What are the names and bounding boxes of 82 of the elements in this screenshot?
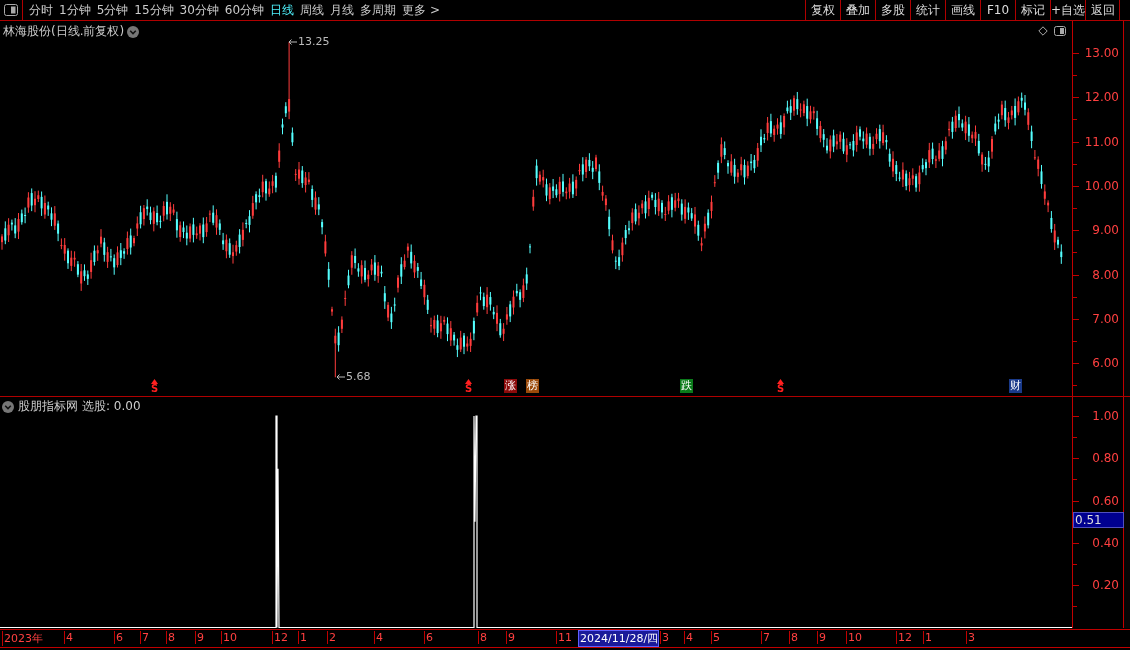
event-tag[interactable]: 财	[1009, 379, 1022, 393]
date-label: 6	[424, 631, 433, 644]
period-tab[interactable]: 日线	[267, 1, 298, 19]
toolbar-button[interactable]: 返回	[1085, 0, 1120, 20]
date-label: 10	[221, 631, 237, 644]
period-tab[interactable]: 周线	[297, 1, 328, 19]
chevron-down-icon[interactable]	[2, 400, 14, 413]
arrow-left-icon	[336, 374, 345, 381]
date-label: 6	[114, 631, 123, 644]
signal-marker: S	[465, 384, 473, 394]
current-value-label: 0.51	[1073, 511, 1124, 528]
price-tick-label: 8.00	[1092, 267, 1119, 282]
arrow-up-icon	[151, 379, 159, 384]
toolbar-button[interactable]: 画线	[945, 0, 980, 20]
diamond-icon[interactable]	[1038, 26, 1048, 36]
price-tick-label: 9.00	[1092, 223, 1119, 238]
indicator-tick-label: 0.20	[1092, 578, 1119, 593]
date-label: 1	[298, 631, 307, 644]
date-label: 5	[711, 631, 720, 644]
arrow-up-icon	[465, 379, 473, 384]
date-label: 8	[478, 631, 487, 644]
date-label: 7	[140, 631, 149, 644]
date-label: 11	[556, 631, 572, 644]
signal-marker: S	[151, 384, 159, 394]
date-label: 4	[684, 631, 693, 644]
signal-marker: S	[777, 384, 785, 394]
chevron-down-icon[interactable]	[127, 25, 140, 38]
event-tag[interactable]: 涨	[504, 379, 517, 393]
period-tab[interactable]: 5分钟	[93, 1, 132, 19]
indicator-tick-label: 0.40	[1092, 535, 1119, 550]
date-label: 9	[195, 631, 204, 644]
toolbar-button[interactable]: 复权	[805, 0, 840, 20]
date-label: 1	[923, 631, 932, 644]
event-tag[interactable]: 跌	[680, 379, 693, 393]
low-price-label: 5.68	[346, 370, 371, 384]
indicator-tick-label: 0.60	[1092, 493, 1119, 508]
price-tick-label: 13.00	[1084, 46, 1119, 60]
date-label: 10	[846, 631, 862, 644]
toolbar-button[interactable]: F10	[980, 0, 1015, 20]
date-label: 2024/11/28/四	[578, 630, 660, 647]
period-tab[interactable]: 更多 >	[399, 1, 443, 19]
toolbar-button[interactable]: 多股	[875, 0, 910, 20]
period-tab[interactable]: 1分钟	[56, 1, 94, 19]
period-tab[interactable]: 30分钟	[176, 1, 222, 19]
date-label: 3	[966, 631, 975, 644]
event-tag[interactable]: 榜	[526, 379, 539, 393]
indicator-reading: 选股: 0.00	[82, 398, 141, 415]
toolbar-button[interactable]: 标记	[1015, 0, 1050, 20]
price-tick-label: 10.00	[1084, 178, 1119, 193]
date-label: 3	[660, 631, 669, 644]
panel-toggle-icon[interactable]	[4, 4, 18, 16]
period-tab[interactable]: 多周期	[357, 1, 400, 19]
indicator-name: 股朋指标网	[18, 398, 78, 415]
period-tab[interactable]: 分时	[26, 1, 56, 19]
period-tab[interactable]: 60分钟	[221, 1, 268, 19]
date-label: 7	[761, 631, 770, 644]
arrow-left-icon	[288, 38, 297, 45]
date-label: 2023年	[2, 631, 43, 646]
date-label: 4	[64, 631, 73, 644]
price-tick-label: 6.00	[1092, 356, 1119, 371]
price-tick-label: 7.00	[1092, 311, 1119, 326]
date-label: 12	[896, 631, 912, 644]
toolbar-button[interactable]: +自选	[1050, 0, 1085, 20]
high-price-label: 13.25	[298, 34, 330, 48]
toolbar-button[interactable]: 统计	[910, 0, 945, 20]
date-label: 8	[789, 631, 798, 644]
date-label: 9	[817, 631, 826, 644]
date-label: 4	[374, 631, 383, 644]
panel-toggle-icon[interactable]	[1054, 26, 1066, 36]
indicator-tick-label: 0.80	[1092, 451, 1119, 466]
date-label: 12	[272, 631, 288, 644]
date-label: 8	[166, 631, 175, 644]
price-tick-label: 12.00	[1084, 90, 1119, 105]
stock-title: 林海股份(日线.前复权)	[3, 23, 125, 40]
period-tab[interactable]: 15分钟	[131, 1, 177, 19]
price-tick-label: 11.00	[1084, 134, 1119, 149]
date-label: 9	[506, 631, 515, 644]
arrow-up-icon	[777, 379, 785, 384]
date-label: 2	[327, 631, 336, 644]
indicator-tick-label: 1.00	[1092, 409, 1119, 423]
period-tab[interactable]: 月线	[327, 1, 358, 19]
toolbar-button[interactable]: 叠加	[840, 0, 875, 20]
